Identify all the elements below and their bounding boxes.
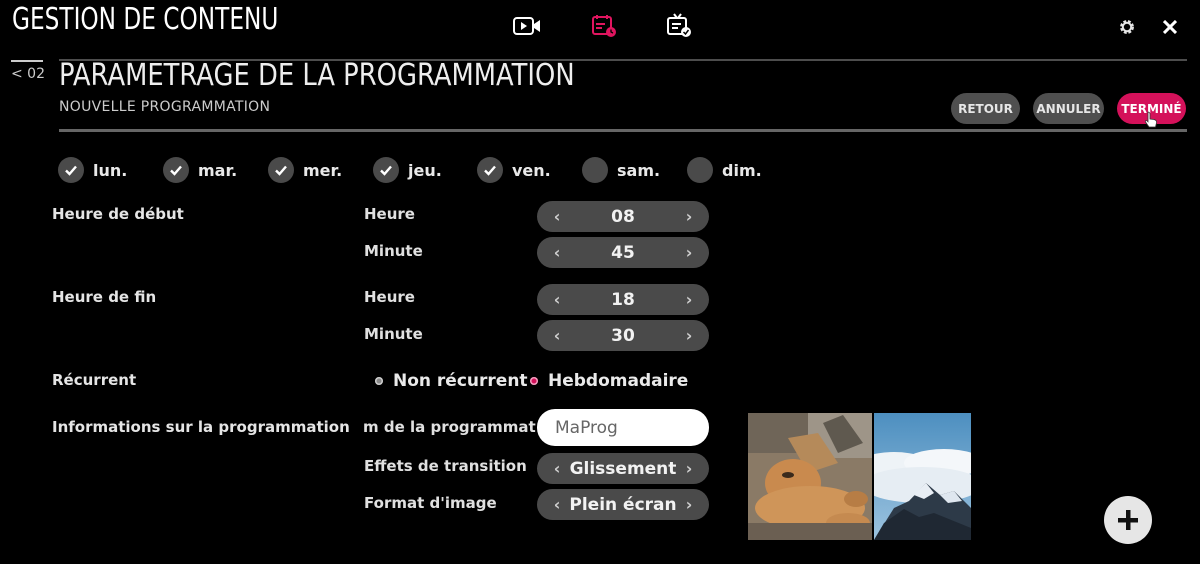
unchecked-circle [582, 157, 608, 183]
app-title: GESTION DE CONTENU [12, 2, 279, 37]
check-icon [58, 157, 84, 183]
start-minute-stepper: ‹ 45 › [537, 237, 709, 268]
chevron-left-icon[interactable]: ‹ [549, 207, 565, 226]
radio-hebdomadaire[interactable]: Hebdomadaire [530, 370, 688, 392]
start-hour-value: 08 [611, 206, 635, 227]
annuler-button-label: ANNULER [1036, 101, 1101, 116]
day-label: jeu. [408, 160, 442, 180]
transition-stepper: ‹ Glissement › [537, 453, 709, 484]
start-minute-label: Minute [364, 242, 423, 260]
retour-button-label: RETOUR [958, 101, 1013, 116]
day-label: mer. [303, 160, 343, 180]
start-hour-stepper: ‹ 08 › [537, 201, 709, 232]
format-stepper: ‹ Plein écran › [537, 489, 709, 520]
day-mar[interactable]: mar. [163, 156, 237, 184]
unchecked-circle [687, 157, 713, 183]
check-icon [268, 157, 294, 183]
check-icon [373, 157, 399, 183]
chevron-left-icon[interactable]: ‹ [549, 290, 565, 309]
end-minute-stepper: ‹ 30 › [537, 320, 709, 351]
radio-label: Non récurrent [393, 371, 528, 391]
gear-icon[interactable] [1116, 16, 1138, 38]
schedule-icon[interactable] [589, 12, 619, 40]
transition-value: Glissement [569, 458, 677, 479]
add-button[interactable] [1104, 496, 1152, 544]
recurrence-label: Récurrent [52, 371, 137, 389]
day-label: sam. [617, 160, 661, 180]
chevron-right-icon[interactable]: › [681, 459, 697, 478]
check-icon [477, 157, 503, 183]
day-lun[interactable]: lun. [58, 156, 127, 184]
chevron-right-icon[interactable]: › [681, 495, 697, 514]
chevron-left-icon[interactable]: ‹ [549, 459, 565, 478]
plus-icon [1118, 510, 1138, 530]
day-label: lun. [93, 160, 128, 180]
day-mer[interactable]: mer. [268, 156, 342, 184]
transition-label: Effets de transition [364, 457, 527, 475]
annuler-button[interactable]: ANNULER [1033, 93, 1104, 124]
header-bottom-divider [59, 129, 1187, 132]
chevron-left-icon[interactable]: ‹ [549, 243, 565, 262]
end-minute-value: 30 [611, 325, 635, 346]
start-time-label: Heure de début [52, 205, 184, 223]
format-value: Plein écran [569, 494, 677, 515]
info-label: Informations sur la programmation [52, 418, 350, 436]
day-label: mar. [198, 160, 238, 180]
mountain-clouds-thumbnail[interactable] [874, 413, 971, 540]
check-icon [163, 157, 189, 183]
start-minute-value: 45 [611, 242, 635, 263]
back-link[interactable]: < 02 [11, 60, 45, 82]
radio-unselected-icon [375, 377, 383, 385]
end-hour-label: Heure [364, 288, 415, 306]
day-ven[interactable]: ven. [477, 156, 551, 184]
chevron-right-icon[interactable]: › [681, 290, 697, 309]
chevron-left-icon[interactable]: ‹ [549, 495, 565, 514]
end-hour-value: 18 [611, 289, 635, 310]
close-icon[interactable] [1159, 16, 1181, 38]
lion-thumbnail[interactable] [748, 413, 872, 540]
day-dim[interactable]: dim. [687, 156, 762, 184]
end-hour-stepper: ‹ 18 › [537, 284, 709, 315]
chevron-left-icon[interactable]: ‹ [549, 326, 565, 345]
format-label: Format d'image [364, 494, 497, 512]
page-title: PARAMETRAGE DE LA PROGRAMMATION [59, 58, 575, 93]
end-time-label: Heure de fin [52, 288, 157, 306]
retour-button[interactable]: RETOUR [951, 93, 1020, 124]
chevron-right-icon[interactable]: › [681, 207, 697, 226]
cursor-icon [1144, 111, 1158, 129]
radio-label: Hebdomadaire [548, 371, 689, 391]
day-sam[interactable]: sam. [582, 156, 660, 184]
program-name-input[interactable] [537, 409, 709, 446]
chevron-right-icon[interactable]: › [681, 326, 697, 345]
radio-selected-icon [530, 377, 538, 385]
tv-check-icon[interactable] [664, 12, 694, 40]
day-label: dim. [722, 160, 762, 180]
day-label: ven. [512, 160, 551, 180]
program-name-label: m de la programmation [363, 418, 537, 436]
end-minute-label: Minute [364, 325, 423, 343]
radio-non-recurrent[interactable]: Non récurrent [375, 370, 528, 392]
video-icon[interactable] [512, 12, 542, 40]
page-subtitle: NOUVELLE PROGRAMMATION [59, 99, 271, 115]
chevron-right-icon[interactable]: › [681, 243, 697, 262]
day-jeu[interactable]: jeu. [373, 156, 442, 184]
start-hour-label: Heure [364, 205, 415, 223]
